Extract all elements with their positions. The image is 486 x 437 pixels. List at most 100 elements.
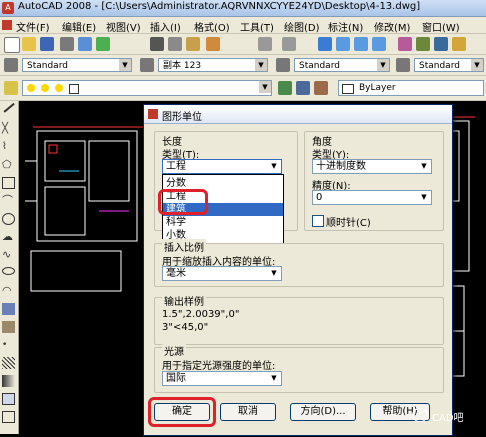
arc-icon[interactable]: ⌒ — [2, 195, 15, 207]
point-icon[interactable]: • — [2, 339, 15, 351]
insert-scale-group-label: 插入比例 — [162, 239, 206, 254]
chevron-down-icon: ▼ — [377, 59, 389, 71]
new-icon[interactable] — [4, 37, 20, 53]
zoom-realtime-icon[interactable] — [336, 37, 350, 51]
chevron-down-icon: ▼ — [421, 193, 427, 201]
styles-toolbar: Standard ▼ 副本 123 ▼ Standard ▼ Standard ▼ — [0, 55, 486, 76]
menu-tools[interactable]: 工具(T) — [240, 19, 274, 34]
polygon-icon[interactable]: ⬠ — [2, 159, 15, 171]
ellipse-arc-icon[interactable]: ◠ — [2, 285, 15, 297]
paste-icon[interactable] — [186, 37, 200, 51]
save-icon[interactable] — [40, 37, 54, 51]
angle-type-select[interactable]: 十进制度数 ▼ — [312, 159, 432, 174]
multileader-style-icon[interactable] — [396, 58, 410, 72]
publish-icon[interactable] — [96, 37, 110, 51]
layer-dropdown[interactable]: ▼ — [22, 80, 272, 96]
length-type-select[interactable]: 工程 ▼ — [162, 159, 282, 174]
hatch-icon[interactable] — [2, 357, 15, 369]
dialog-title: 图形单位 — [162, 112, 202, 123]
annotation-highlight-ok — [148, 397, 216, 427]
tool-palettes-icon[interactable] — [434, 37, 448, 51]
chevron-down-icon: ▼ — [421, 162, 427, 170]
line-icon[interactable] — [2, 101, 15, 113]
wechat-icon — [412, 408, 428, 422]
rectangle-icon[interactable] — [2, 177, 15, 189]
text-style-dropdown[interactable]: Standard ▼ — [22, 58, 132, 72]
menu-view[interactable]: 视图(V) — [106, 19, 141, 34]
menu-dimension[interactable]: 标注(N) — [328, 19, 363, 34]
zoom-window-icon[interactable] — [354, 37, 368, 51]
dialog-title-bar: 图形单位 — [144, 105, 452, 124]
table-style-icon[interactable] — [276, 58, 290, 72]
direction-button[interactable]: 方向(D)... — [290, 403, 356, 421]
gradient-icon[interactable] — [2, 375, 15, 387]
zoom-previous-icon[interactable] — [372, 37, 386, 51]
autocad-app-icon[interactable]: A — [2, 2, 14, 14]
menu-modify[interactable]: 修改(M) — [374, 19, 410, 34]
cancel-button[interactable]: 取消 — [220, 403, 276, 421]
make-block-icon[interactable] — [2, 321, 15, 333]
clockwise-checkbox[interactable] — [312, 215, 324, 227]
table-icon[interactable] — [2, 411, 15, 423]
lightbulb-icon — [27, 84, 35, 92]
menu-edit[interactable]: 编辑(E) — [62, 19, 96, 34]
design-center-icon[interactable] — [416, 37, 430, 51]
region-icon[interactable] — [2, 393, 15, 405]
lighting-group-label: 光源 — [162, 343, 186, 358]
color-control-dropdown[interactable]: ByLayer — [338, 80, 484, 96]
revision-cloud-icon[interactable]: ☁ — [2, 231, 15, 243]
polyline-icon[interactable]: ⌇ — [2, 141, 15, 153]
circle-icon[interactable] — [2, 213, 15, 225]
table-style-dropdown[interactable]: Standard ▼ — [294, 58, 390, 72]
spline-icon[interactable]: ∿ — [2, 249, 15, 261]
title-bar: A AutoCAD 2008 - [C:\Users\Administrator… — [0, 0, 486, 17]
window-title: AutoCAD 2008 - [C:\Users\Administrator.A… — [18, 1, 421, 12]
autocad-dialog-icon — [148, 109, 158, 119]
sample-output-line1: 1.5",2.0039",0" — [162, 309, 240, 320]
color-swatch-icon — [69, 84, 79, 94]
document-icon[interactable] — [2, 20, 12, 30]
match-properties-icon[interactable] — [206, 37, 220, 51]
option-scientific[interactable]: 科学 — [163, 216, 283, 229]
preview-icon[interactable] — [78, 37, 92, 51]
dimension-style-icon[interactable] — [140, 58, 154, 72]
undo-icon[interactable] — [258, 37, 272, 51]
watermark: CAD吧 — [410, 404, 484, 428]
lighting-desc: 用于指定光源强度的单位: — [162, 361, 276, 372]
insert-block-icon[interactable] — [2, 303, 15, 315]
chevron-down-icon: ▼ — [271, 162, 277, 170]
menu-format[interactable]: 格式(O) — [194, 19, 230, 34]
menu-insert[interactable]: 插入(I) — [150, 19, 181, 34]
ellipse-icon[interactable] — [2, 267, 15, 275]
cut-icon[interactable] — [150, 37, 164, 51]
copy-icon[interactable] — [168, 37, 182, 51]
construction-line-icon[interactable]: ╳ — [2, 123, 15, 135]
layers-toolbar: ▼ ByLayer — [0, 76, 486, 101]
print-icon[interactable] — [60, 37, 74, 51]
open-icon[interactable] — [22, 37, 36, 51]
layer-previous-icon[interactable] — [296, 81, 310, 95]
make-current-layer-icon[interactable] — [278, 81, 292, 95]
properties-icon[interactable] — [398, 37, 412, 51]
menu-bar: 文件(F) 编辑(E) 视图(V) 插入(I) 格式(O) 工具(T) 绘图(D… — [0, 17, 486, 34]
multileader-style-dropdown[interactable]: Standard ▼ — [414, 58, 484, 72]
lighting-units-select[interactable]: 国际 ▼ — [162, 371, 282, 386]
menu-draw[interactable]: 绘图(D) — [284, 19, 320, 34]
clockwise-label: 顺时针(C) — [326, 218, 371, 229]
insert-scale-select[interactable]: 毫米 ▼ — [162, 266, 282, 281]
menu-file[interactable]: 文件(F) — [16, 19, 50, 34]
layer-state-icon[interactable] — [314, 81, 328, 95]
layer-manager-icon[interactable] — [4, 81, 18, 95]
pan-icon[interactable] — [318, 37, 332, 51]
redo-icon[interactable] — [282, 37, 296, 51]
chevron-down-icon: ▼ — [119, 59, 131, 71]
draw-toolbar: ╳ ⌇ ⬠ ⌒ ☁ ∿ ◠ • — [0, 101, 19, 434]
sample-output-line2: 3"<45,0" — [162, 322, 209, 333]
angle-precision-select[interactable]: 0 ▼ — [312, 190, 432, 205]
text-style-icon[interactable] — [4, 58, 18, 72]
sheet-set-icon[interactable] — [452, 37, 466, 51]
dimension-style-dropdown[interactable]: 副本 123 ▼ — [158, 58, 268, 72]
menu-window[interactable]: 窗口(W) — [422, 19, 460, 34]
chevron-down-icon: ▼ — [255, 59, 267, 71]
sun-icon — [41, 84, 49, 92]
